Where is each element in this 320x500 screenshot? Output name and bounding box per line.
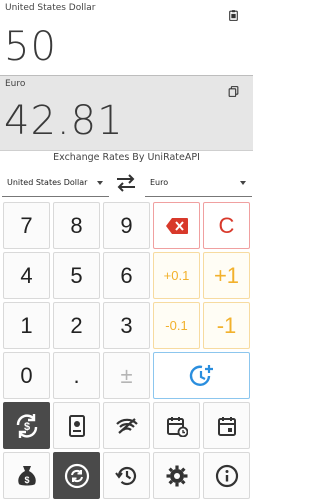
rates-title: Exchange Rates By UniRateAPI xyxy=(53,152,200,163)
source-currency-label: United States Dollar xyxy=(5,3,96,13)
chevron-down-icon xyxy=(240,181,246,185)
copy-icon[interactable] xyxy=(227,85,240,98)
key-9[interactable]: 9 xyxy=(103,202,150,249)
key-5[interactable]: 5 xyxy=(53,252,100,299)
clear-button[interactable]: C xyxy=(203,202,250,249)
target-currency-label: Euro xyxy=(5,79,26,89)
info-icon xyxy=(215,464,238,487)
add-history-button[interactable] xyxy=(153,352,250,399)
passport-icon xyxy=(68,414,85,437)
from-currency-value: United States Dollar xyxy=(7,178,88,187)
plus-one-button[interactable]: +1 xyxy=(203,252,250,299)
svg-text:$: $ xyxy=(24,475,29,485)
key-6[interactable]: 6 xyxy=(103,252,150,299)
backspace-icon xyxy=(165,217,188,234)
chevron-down-icon xyxy=(97,181,103,185)
key-1[interactable]: 1 xyxy=(3,302,50,349)
target-panel[interactable]: Euro 42.81 xyxy=(0,75,253,151)
swap-icon[interactable] xyxy=(114,173,138,193)
key-dot[interactable]: . xyxy=(53,352,100,399)
passport-button[interactable] xyxy=(53,402,100,449)
key-3[interactable]: 3 xyxy=(103,302,150,349)
from-currency-select[interactable]: United States Dollar xyxy=(2,169,109,197)
money-bag-icon: $ xyxy=(17,465,36,485)
key-4[interactable]: 4 xyxy=(3,252,50,299)
minus-point-one-button[interactable]: -0.1 xyxy=(153,302,200,349)
svg-text:$: $ xyxy=(23,421,29,433)
money-bag-button[interactable]: $ xyxy=(3,452,50,499)
gear-icon xyxy=(166,465,187,486)
source-panel[interactable]: United States Dollar 50 xyxy=(0,0,253,73)
backspace-button[interactable] xyxy=(153,202,200,249)
clock-plus-icon xyxy=(189,364,213,386)
history-button[interactable] xyxy=(103,452,150,499)
sync-icon xyxy=(64,463,89,488)
key-7[interactable]: 7 xyxy=(3,202,50,249)
plus-point-one-button[interactable]: +0.1 xyxy=(153,252,200,299)
target-amount: 42.81 xyxy=(4,98,124,144)
clipboard-icon[interactable] xyxy=(227,9,240,22)
key-8[interactable]: 8 xyxy=(53,202,100,249)
sync-button[interactable] xyxy=(53,452,100,499)
source-amount[interactable]: 50 xyxy=(4,24,57,70)
calendar-clock-icon xyxy=(166,416,188,437)
info-button[interactable] xyxy=(203,452,250,499)
key-2[interactable]: 2 xyxy=(53,302,100,349)
to-currency-value: Euro xyxy=(150,178,169,187)
history-icon xyxy=(114,466,136,485)
convert-icon: $ xyxy=(16,413,37,438)
convert-button[interactable]: $ xyxy=(3,402,50,449)
calendar-clock-button[interactable] xyxy=(153,402,200,449)
calendar-icon xyxy=(217,416,236,436)
minus-one-button[interactable]: -1 xyxy=(203,302,250,349)
settings-button[interactable] xyxy=(153,452,200,499)
signal-button[interactable] xyxy=(103,402,150,449)
to-currency-select[interactable]: Euro xyxy=(145,169,252,197)
key-0[interactable]: 0 xyxy=(3,352,50,399)
signal-icon xyxy=(115,417,138,434)
plus-minus-button[interactable]: ± xyxy=(103,352,150,399)
calendar-button[interactable] xyxy=(203,402,250,449)
